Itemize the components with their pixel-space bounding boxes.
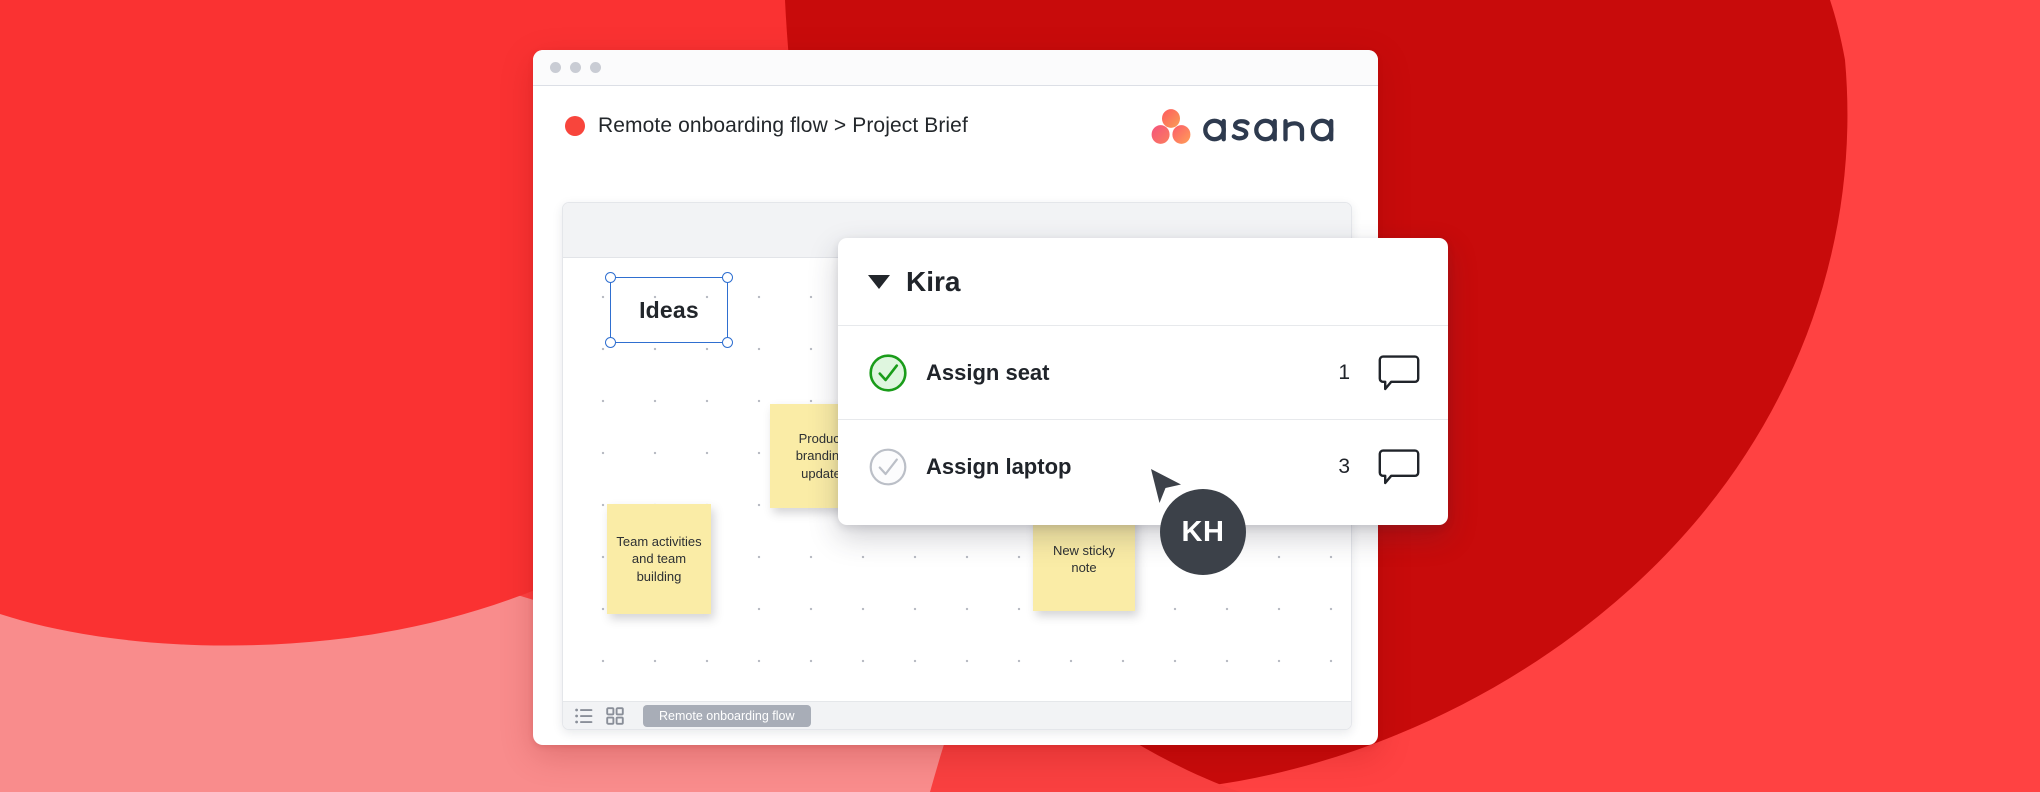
sticky-note-text: Team activities and team building	[616, 534, 702, 584]
whiteboard-footer: Remote onboarding flow	[563, 701, 1351, 729]
task-comment-count: 3	[1338, 455, 1350, 478]
task-name: Assign seat	[926, 359, 1050, 385]
task-name: Assign laptop	[926, 454, 1072, 479]
resize-handle-bottom-right[interactable]	[722, 337, 733, 348]
task-complete-check-icon[interactable]	[868, 353, 908, 393]
resize-handle-top-right[interactable]	[722, 272, 733, 283]
maximize-dot-icon[interactable]	[590, 62, 601, 73]
comment-bubble-icon[interactable]	[1378, 448, 1420, 486]
shape-ideas-label: Ideas	[639, 296, 699, 323]
task-popup-card: Kira Assign seat 1 Assign laptop 3	[838, 238, 1448, 525]
task-row[interactable]: Assign laptop 3	[838, 420, 1448, 514]
asana-dots-icon	[1151, 108, 1191, 144]
resize-handle-top-left[interactable]	[605, 272, 616, 283]
breadcrumb-row: Remote onboarding flow > Project Brief	[533, 86, 1378, 165]
asana-logo	[1151, 108, 1352, 144]
shape-ideas[interactable]: Ideas	[605, 272, 733, 348]
resize-handle-bottom-left[interactable]	[605, 337, 616, 348]
window-titlebar	[533, 50, 1378, 86]
popup-title: Kira	[906, 265, 961, 297]
breadcrumb-project[interactable]: Remote onboarding flow	[598, 114, 828, 137]
task-comment-count: 1	[1338, 360, 1350, 384]
breadcrumb-text: Remote onboarding flow > Project Brief	[598, 114, 968, 138]
close-dot-icon[interactable]	[550, 62, 561, 73]
task-incomplete-check-icon[interactable]	[868, 447, 908, 487]
collaborator-avatar[interactable]: KH	[1160, 489, 1246, 575]
popup-header[interactable]: Kira	[838, 238, 1448, 326]
breadcrumb: Remote onboarding flow > Project Brief	[565, 114, 968, 138]
sticky-note-text: New sticky note	[1052, 542, 1116, 575]
minimize-dot-icon[interactable]	[570, 62, 581, 73]
board-tab-remote-onboarding-flow[interactable]: Remote onboarding flow	[643, 704, 811, 727]
breadcrumb-page[interactable]: Project Brief	[852, 114, 968, 137]
task-row[interactable]: Assign seat 1	[838, 326, 1448, 420]
list-view-icon[interactable]	[575, 707, 593, 725]
board-view-icon[interactable]	[606, 706, 624, 725]
chevron-down-icon[interactable]	[868, 274, 890, 289]
breadcrumb-separator: >	[833, 113, 847, 137]
asana-wordmark	[1203, 118, 1334, 141]
sticky-note-team-activities[interactable]: Team activities and team building	[607, 504, 711, 614]
project-color-dot-icon	[565, 115, 585, 136]
comment-bubble-icon[interactable]	[1378, 354, 1420, 392]
